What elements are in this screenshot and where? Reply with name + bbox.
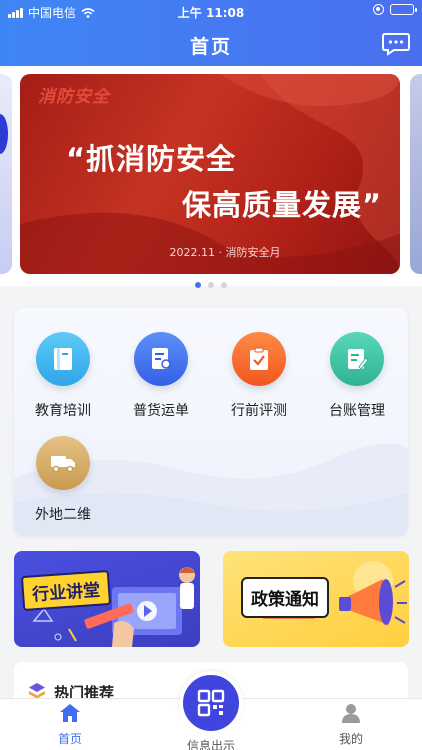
lecture-title: 行业讲堂 [20, 569, 112, 612]
function-label: 普货运单 [133, 403, 189, 419]
banner-subtitle: 2022.11 · 消防安全月 [169, 246, 281, 259]
truck-icon [36, 436, 90, 490]
function-label: 行前评测 [231, 403, 287, 419]
function-ledger-management[interactable]: 台账管理 [308, 332, 406, 420]
policy-notice-banner[interactable]: 政策通知 [223, 551, 409, 647]
page-title: 首页 [189, 36, 232, 58]
banner-prev-peek[interactable] [0, 74, 12, 274]
function-label: 外地二维 [35, 507, 91, 523]
function-general-waybill[interactable]: 普货运单 [112, 332, 210, 420]
banner-next-peek[interactable] [410, 74, 422, 274]
banner-carousel[interactable]: 消防安全 “抓消防安全 保高质量发展” 2022.11 · 消防安全月 [0, 66, 422, 288]
banner-headline-2: 保高质量发展” [182, 188, 383, 222]
clipboard-check-icon [232, 332, 286, 386]
battery-icon [390, 4, 417, 15]
banner-slide[interactable]: 消防安全 “抓消防安全 保高质量发展” 2022.11 · 消防安全月 [20, 74, 400, 274]
tab-label: 信息出示 [186, 739, 235, 750]
orientation-lock-icon [373, 4, 384, 15]
carousel-dot[interactable] [221, 282, 227, 288]
qrcode-icon [197, 689, 225, 717]
tab-info-display[interactable]: 信息出示 [166, 733, 256, 750]
tab-label: 我的 [338, 732, 363, 746]
tab-mine[interactable]: 我的 [306, 703, 396, 747]
function-label: 台账管理 [329, 403, 385, 419]
carousel-dot[interactable] [195, 282, 201, 288]
book-icon [36, 332, 90, 386]
status-time: 上午 11:08 [177, 6, 245, 20]
message-icon[interactable] [382, 32, 410, 56]
info-display-center-button[interactable] [179, 671, 243, 735]
tab-home[interactable]: 首页 [25, 703, 115, 747]
home-icon [60, 704, 80, 722]
app-header: 中国电信 上午 11:08 首页 [0, 0, 422, 66]
function-education-training[interactable]: 教育培训 [14, 332, 112, 420]
function-out-of-town-qr[interactable]: 外地二维 [14, 436, 112, 524]
tab-label: 首页 [57, 732, 82, 746]
waybill-icon [134, 332, 188, 386]
banner-headline-1: “抓消防安全 [66, 142, 237, 176]
carousel-dots [0, 282, 422, 288]
banner-tag: 消防安全 [38, 87, 110, 107]
user-icon [342, 704, 360, 723]
function-grid: 教育培训 普货运单 行前评测 台账管理 外地二维 [14, 308, 408, 536]
industry-lecture-banner[interactable]: 行业讲堂 [14, 551, 200, 647]
function-label: 教育培训 [35, 403, 91, 419]
function-pre-trip-assessment[interactable]: 行前评测 [210, 332, 308, 420]
ledger-edit-icon [330, 332, 384, 386]
carousel-dot[interactable] [208, 282, 214, 288]
policy-title: 政策通知 [241, 577, 329, 618]
status-bar: 中国电信 上午 11:08 [0, 0, 422, 22]
